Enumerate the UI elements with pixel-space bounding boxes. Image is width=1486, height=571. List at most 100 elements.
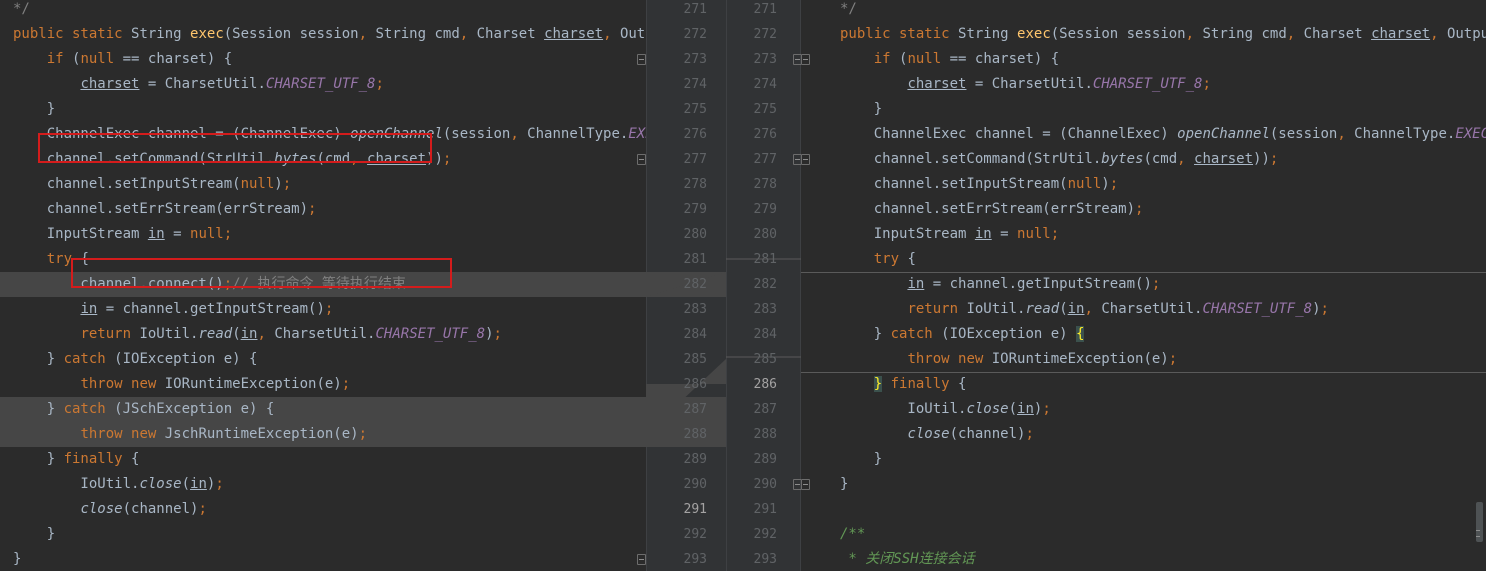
code-token: null xyxy=(1067,176,1102,192)
code-line[interactable]: } xyxy=(801,472,1486,497)
line-number: 273 xyxy=(683,52,707,67)
code-line[interactable]: } xyxy=(0,547,646,571)
code-line[interactable]: throw new IORuntimeException(e); xyxy=(801,347,1486,373)
code-token: catch xyxy=(63,401,115,417)
code-token: catch xyxy=(890,326,942,342)
right-editor-pane[interactable]: */ public static String exec(Session sess… xyxy=(801,0,1486,571)
code-line[interactable]: in = channel.getInputStream(); xyxy=(801,272,1486,297)
code-token: ; xyxy=(282,176,292,192)
code-token: Output xyxy=(619,26,646,42)
code-line[interactable]: throw new IORuntimeException(e); xyxy=(0,372,646,397)
code-line[interactable]: */ xyxy=(0,0,646,22)
left-editor-pane[interactable]: */ public static String exec(Session sess… xyxy=(0,0,646,571)
code-token: { xyxy=(131,451,140,467)
code-token: in xyxy=(147,226,165,242)
code-token: charset xyxy=(1371,26,1431,42)
code-token: in xyxy=(80,301,98,317)
code-line[interactable]: return IoUtil.read(in, CharsetUtil.CHARS… xyxy=(801,297,1486,322)
code-line[interactable]: try { xyxy=(801,247,1486,273)
code-line[interactable]: return IoUtil.read(in, CharsetUtil.CHARS… xyxy=(0,322,646,347)
fold-marker-icon[interactable] xyxy=(793,154,801,165)
code-token: ; xyxy=(1109,176,1119,192)
code-line[interactable]: } catch (JSchException e) { xyxy=(0,397,646,422)
fold-marker-icon[interactable] xyxy=(801,54,810,65)
line-number: 291 xyxy=(753,502,777,517)
code-line[interactable]: IoUtil.close(in); xyxy=(0,472,646,497)
code-token: ; xyxy=(1202,76,1211,92)
code-line[interactable]: throw new JschRuntimeException(e); xyxy=(0,422,646,447)
code-token: read xyxy=(198,326,233,342)
fold-marker-icon[interactable] xyxy=(637,554,646,565)
fold-marker-icon[interactable] xyxy=(801,479,810,490)
fold-marker-icon[interactable] xyxy=(793,54,801,65)
code-token: , xyxy=(1177,151,1195,167)
code-token: ( xyxy=(1008,401,1018,417)
code-token: IORuntimeException(e) xyxy=(164,376,342,392)
code-line[interactable]: public static String exec(Session sessio… xyxy=(801,22,1486,47)
code-line[interactable]: charset = CharsetUtil.CHARSET_UTF_8; xyxy=(801,72,1486,97)
code-line[interactable]: ChannelExec channel = (ChannelExec) open… xyxy=(801,122,1486,147)
code-line[interactable]: close(channel); xyxy=(0,497,646,522)
code-token: return xyxy=(907,301,967,317)
code-line[interactable]: } xyxy=(0,522,646,547)
fold-marker-icon[interactable] xyxy=(637,54,646,65)
code-token: CHARSET_UTF_8 xyxy=(375,326,486,342)
code-token: (IOException e) xyxy=(941,326,1077,342)
code-line[interactable]: channel.setInputStream(null); xyxy=(0,172,646,197)
code-line[interactable]: public static String exec(Session sessio… xyxy=(0,22,646,47)
code-line[interactable]: } xyxy=(801,97,1486,122)
code-line[interactable]: } finally { xyxy=(801,372,1486,397)
code-line[interactable]: * 关闭SSH连接会话 xyxy=(801,547,1486,571)
code-line[interactable]: channel.setErrStream(errStream); xyxy=(801,197,1486,222)
code-token: ( xyxy=(1059,301,1068,317)
line-number: 278 xyxy=(753,177,777,192)
code-token: null xyxy=(80,51,123,67)
code-token: == charset) { xyxy=(949,51,1060,67)
code-line[interactable]: if (null == charset) { xyxy=(801,47,1486,72)
code-token: (channel) xyxy=(949,426,1026,442)
code-line[interactable]: InputStream in = null; xyxy=(0,222,646,247)
code-token: , xyxy=(603,26,620,42)
code-token: (IOException e) { xyxy=(114,351,258,367)
line-number: 274 xyxy=(753,77,777,92)
code-token: catch xyxy=(63,351,115,367)
code-line[interactable]: channel.setErrStream(errStream); xyxy=(0,197,646,222)
code-token: } xyxy=(13,101,56,117)
code-line[interactable] xyxy=(801,497,1486,522)
line-number: 279 xyxy=(753,202,777,217)
code-line[interactable]: InputStream in = null; xyxy=(801,222,1486,247)
code-line[interactable]: in = channel.getInputStream(); xyxy=(0,297,646,322)
code-token: ; xyxy=(223,226,233,242)
code-token: } xyxy=(840,326,891,342)
code-token: , xyxy=(358,26,376,42)
code-token: ; xyxy=(1168,351,1178,367)
fold-marker-icon[interactable] xyxy=(793,479,801,490)
code-line[interactable]: } catch (IOException e) { xyxy=(801,322,1486,347)
code-line[interactable]: close(channel); xyxy=(801,422,1486,447)
fold-marker-icon[interactable] xyxy=(637,154,646,165)
code-token: try xyxy=(873,251,908,267)
code-line[interactable]: } xyxy=(0,97,646,122)
code-token: } xyxy=(840,101,883,117)
code-line[interactable]: /** xyxy=(801,522,1486,547)
fold-marker-icon[interactable] xyxy=(801,154,810,165)
code-token: ; xyxy=(1050,226,1060,242)
code-token: channel.setInputStream( xyxy=(13,176,241,192)
line-number: 288 xyxy=(683,427,707,442)
code-token: in xyxy=(1067,301,1085,317)
code-line[interactable]: */ xyxy=(801,0,1486,22)
code-line[interactable]: IoUtil.close(in); xyxy=(801,397,1486,422)
code-line[interactable]: } catch (IOException e) { xyxy=(0,347,646,372)
code-token: in xyxy=(240,326,258,342)
code-line[interactable]: channel.setInputStream(null); xyxy=(801,172,1486,197)
code-token: EXEC xyxy=(628,126,646,142)
code-line[interactable]: charset = CharsetUtil.CHARSET_UTF_8; xyxy=(0,72,646,97)
code-line[interactable]: } xyxy=(801,447,1486,472)
line-number: 293 xyxy=(683,552,707,567)
code-line[interactable]: if (null == charset) { xyxy=(0,47,646,72)
code-line[interactable]: channel.setCommand(StrUtil.bytes(cmd, ch… xyxy=(801,147,1486,172)
code-line[interactable]: } finally { xyxy=(0,447,646,472)
